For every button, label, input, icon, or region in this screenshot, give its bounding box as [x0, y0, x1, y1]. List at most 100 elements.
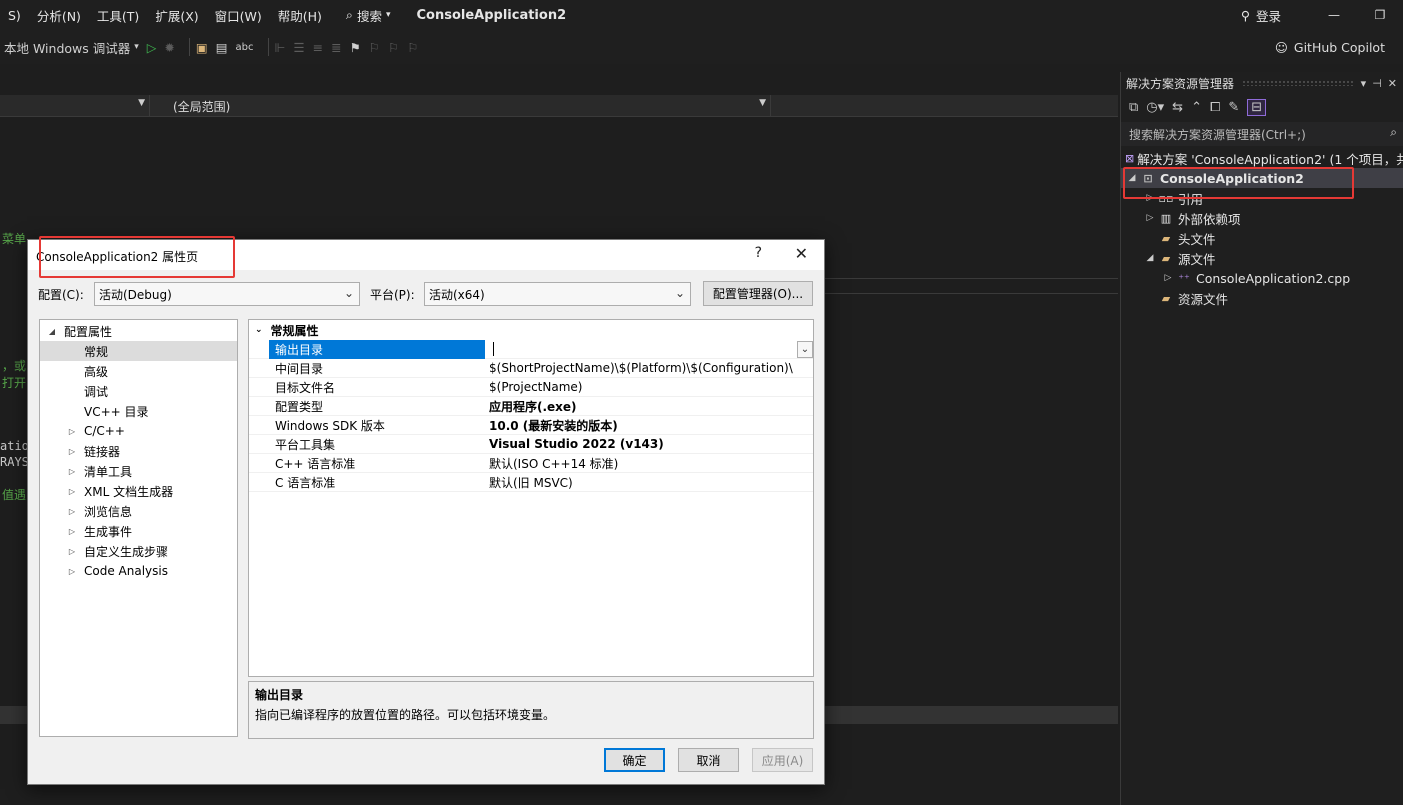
cancel-button[interactable]: 取消 — [678, 748, 739, 772]
menu-item-extensions[interactable]: 扩展(X) — [147, 6, 206, 25]
nav-item-vc-directories[interactable]: VC++ 目录 — [40, 401, 237, 421]
restore-button[interactable]: ❐ — [1357, 0, 1403, 30]
expanded-icon[interactable]: ◢ — [1143, 253, 1157, 263]
property-row-intermediate-dir[interactable]: 中间目录 $(ShortProjectName)\$(Platform)\$(C… — [249, 359, 813, 378]
global-scope-dropdown[interactable]: (全局范围) ▼ — [165, 95, 771, 117]
tree-item-resources[interactable]: ▰ 资源文件 — [1121, 288, 1403, 308]
app-title: ConsoleApplication2 — [416, 7, 567, 23]
nav-item-advanced[interactable]: 高级 — [40, 361, 237, 381]
menu-item-prev[interactable]: S) — [0, 8, 29, 23]
nav-item-label: 配置属性 — [64, 324, 113, 339]
search-button[interactable]: ⌕ 搜索 ▾ — [338, 6, 399, 25]
tree-item-external-deps[interactable]: ▷ ▥ 外部依赖项 — [1121, 208, 1403, 228]
nav-item-config-props[interactable]: ◢ 配置属性 — [40, 321, 237, 341]
chevron-down-icon[interactable]: ▾ — [1361, 77, 1367, 90]
property-row-target-name[interactable]: 目标文件名 $(ProjectName) — [249, 378, 813, 397]
collapsed-icon[interactable]: ▷ — [66, 467, 78, 476]
property-name: 中间目录 — [275, 361, 324, 376]
collapsed-icon[interactable]: ▷ — [66, 547, 78, 556]
history-icon[interactable]: ◷▾ — [1146, 100, 1164, 115]
collapse-all-icon[interactable]: ⌃ — [1191, 100, 1202, 115]
properties-icon[interactable]: ✎ — [1228, 100, 1239, 115]
property-value: 应用程序(.exe) — [489, 399, 577, 414]
apply-button[interactable]: 应用(A) — [752, 748, 813, 772]
collapsed-icon[interactable]: ▷ — [66, 567, 78, 576]
pin-icon[interactable]: ⊣ — [1372, 77, 1382, 90]
nav-item-xml-doc[interactable]: ▷ XML 文档生成器 — [40, 481, 237, 501]
config-select[interactable]: 活动(Debug) ⌄ — [94, 282, 360, 306]
bookmark-prev-icon[interactable]: ⚐ — [369, 40, 380, 55]
comment-icon[interactable]: ≡ — [313, 40, 323, 55]
project-scope-dropdown[interactable]: ▼ — [0, 95, 150, 117]
collapsed-icon[interactable]: ▷ — [66, 527, 78, 536]
nav-item-debugging[interactable]: 调试 — [40, 381, 237, 401]
nav-item-cpp[interactable]: ▷ C/C++ — [40, 421, 237, 441]
tree-item-cpp-file[interactable]: ▷ ⁺⁺ ConsoleApplication2.cpp — [1121, 268, 1403, 288]
sync-icon[interactable]: ⇆ — [1172, 100, 1183, 115]
close-button[interactable]: ✕ — [795, 244, 808, 263]
property-row-cpp-standard[interactable]: C++ 语言标准 默认(ISO C++14 标准) — [249, 454, 813, 473]
spellcheck-icon[interactable]: abc — [236, 42, 254, 53]
close-icon[interactable]: ✕ — [1388, 77, 1397, 90]
bookmark-icon[interactable]: ⚑ — [350, 40, 361, 55]
property-row-output-dir[interactable]: 输出目录 ⌄ — [249, 339, 813, 359]
nav-item-build-events[interactable]: ▷ 生成事件 — [40, 521, 237, 541]
indent-icon[interactable]: ☰ — [293, 40, 304, 55]
nav-item-linker[interactable]: ▷ 链接器 — [40, 441, 237, 461]
collapsed-icon[interactable]: ▷ — [1161, 273, 1175, 283]
collapsed-icon[interactable]: ▷ — [66, 487, 78, 496]
property-value: 默认(旧 MSVC) — [489, 475, 573, 490]
menu-item-help[interactable]: 帮助(H) — [270, 6, 330, 25]
tree-item-headers[interactable]: ▰ 头文件 — [1121, 228, 1403, 248]
minimize-button[interactable]: — — [1311, 0, 1357, 30]
nav-item-general[interactable]: 常规 — [40, 341, 237, 361]
switch-view-icon[interactable]: ⧉ — [1129, 100, 1138, 115]
help-button[interactable]: ? — [755, 245, 762, 261]
property-row-sdk-version[interactable]: Windows SDK 版本 10.0 (最新安装的版本) — [249, 416, 813, 435]
tree-item-sources[interactable]: ◢ ▰ 源文件 — [1121, 248, 1403, 268]
tree-item-label: 解决方案 'ConsoleApplication2' (1 个项目，共 — [1137, 151, 1403, 167]
chevron-down-icon: ▼ — [759, 98, 766, 108]
menu-item-analyze[interactable]: 分析(N) — [29, 6, 89, 25]
ok-button[interactable]: 确定 — [604, 748, 665, 772]
solution-search-input[interactable]: 搜索解决方案资源管理器(Ctrl+;) ⌕ — [1121, 122, 1403, 146]
nav-item-code-analysis[interactable]: ▷ Code Analysis — [40, 561, 237, 581]
config-manager-button[interactable]: 配置管理器(O)... — [703, 281, 813, 306]
menu-item-window[interactable]: 窗口(W) — [207, 6, 270, 25]
property-category[interactable]: ⌄ 常规属性 — [249, 320, 813, 340]
collapsed-icon[interactable]: ▷ — [66, 507, 78, 516]
collapsed-icon[interactable]: ▷ — [66, 447, 78, 456]
layout-icon[interactable]: ▤ — [216, 40, 228, 55]
chevron-down-icon[interactable]: ⌄ — [255, 325, 263, 335]
folder-icon[interactable]: ▣ — [196, 40, 208, 55]
start-debug-icon[interactable]: ▷ — [147, 40, 157, 55]
bookmark-clear-icon[interactable]: ⚐ — [407, 40, 418, 55]
copilot-button[interactable]: ☺ GitHub Copilot — [1275, 30, 1385, 64]
menu-item-tools[interactable]: 工具(T) — [89, 6, 147, 25]
collapsed-icon[interactable]: ▷ — [1143, 213, 1157, 223]
collapsed-icon[interactable]: ▷ — [66, 427, 78, 436]
format-icon[interactable]: ⊩ — [275, 40, 286, 55]
drag-handle[interactable] — [1242, 80, 1353, 86]
hot-reload-icon[interactable]: ✹ — [164, 40, 174, 55]
tree-item-solution[interactable]: ⊠ 解决方案 'ConsoleApplication2' (1 个项目，共 — [1121, 148, 1403, 168]
property-row-config-type[interactable]: 配置类型 应用程序(.exe) — [249, 397, 813, 416]
nav-item-custom-build[interactable]: ▷ 自定义生成步骤 — [40, 541, 237, 561]
output-dir-input[interactable] — [485, 340, 813, 359]
property-description: 输出目录 指向已编译程序的放置位置的路径。可以包括环境变量。 — [248, 681, 814, 739]
expanded-icon[interactable]: ◢ — [46, 327, 58, 336]
show-all-icon[interactable]: ⧠ — [1210, 100, 1220, 115]
nav-item-browse-info[interactable]: ▷ 浏览信息 — [40, 501, 237, 521]
debugger-dropdown[interactable]: 本地 Windows 调试器 ▾ — [4, 38, 139, 57]
login-button[interactable]: ⚲ 登录 — [1241, 6, 1281, 25]
toolbar-separator — [188, 38, 190, 56]
preview-icon[interactable]: ⊟ — [1247, 98, 1267, 116]
platform-select[interactable]: 活动(x64) ⌄ — [424, 282, 691, 306]
tree-item-label: 资源文件 — [1178, 291, 1229, 307]
property-row-toolset[interactable]: 平台工具集 Visual Studio 2022 (v143) — [249, 435, 813, 454]
value-dropdown-button[interactable]: ⌄ — [797, 341, 813, 358]
property-row-c-standard[interactable]: C 语言标准 默认(旧 MSVC) — [249, 473, 813, 492]
nav-item-manifest-tool[interactable]: ▷ 清单工具 — [40, 461, 237, 481]
uncomment-icon[interactable]: ≣ — [331, 40, 341, 55]
bookmark-next-icon[interactable]: ⚐ — [388, 40, 399, 55]
